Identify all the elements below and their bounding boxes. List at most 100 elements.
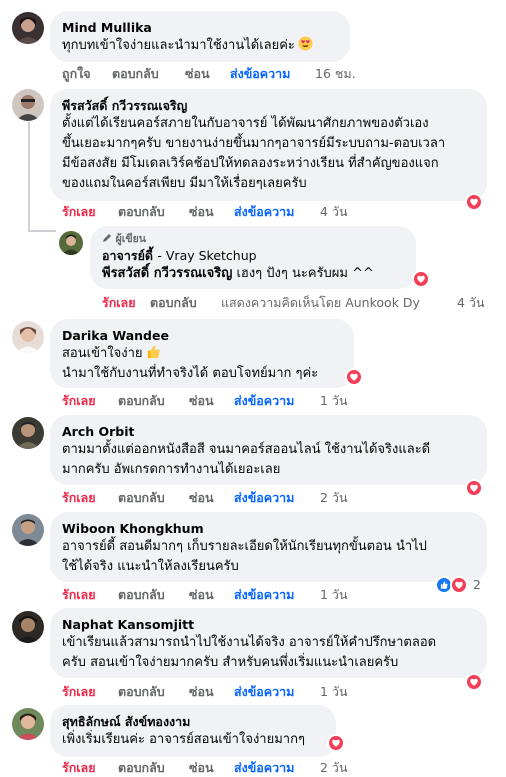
comment-bubble: Darika Wandee สอนเข้าใจง่าย นำมาใช้กับงา… [50,319,354,388]
reply-thread-connector [28,230,56,232]
liked-button[interactable]: รักเลย [62,392,96,410]
comment-actions: รักเลย ตอบกลับ ซ่อน ส่งข้อความ 4 วัน [62,203,362,221]
comment-author[interactable]: Darika Wandee [62,327,342,344]
reply-button[interactable]: ตอบกลับ [118,203,165,221]
love-reaction-icon[interactable] [412,270,430,288]
comment-text: ของแถมในคอร์สเพียบ มีมาให้เรื่อยๆเลยครับ [62,176,307,191]
liked-button[interactable]: รักเลย [62,759,96,777]
send-message-button[interactable]: ส่งข้อความ [234,392,294,410]
liked-button[interactable]: รักเลย [62,489,96,507]
comment-author[interactable]: Wiboon Khongkhum [62,520,475,537]
hide-button[interactable]: ซ่อน [189,759,214,777]
comment-actions: รักเลย ตอบกลับ ซ่อน ส่งข้อความ 1 วัน [62,392,362,410]
author-badge-label: ผู้เขียน [115,233,146,245]
hide-button[interactable]: ซ่อน [185,65,210,83]
comment-actions: รักเลย ตอบกลับ ซ่อน ส่งข้อความ 1 วัน [62,586,362,604]
reply-actions: รักเลย ตอบกลับ แสดงความคิดเห็นโดย Aunkoo… [102,294,502,312]
avatar[interactable] [12,611,44,643]
avatar[interactable] [12,12,44,44]
liked-button[interactable]: รักเลย [62,586,96,604]
comment-timestamp[interactable]: 1 วัน [320,683,348,701]
pen-icon [102,233,112,245]
avatar[interactable] [12,708,44,740]
comment-author[interactable]: Naphat Kansomjitt [62,616,475,633]
heart-eyes-emoji-icon [298,36,313,51]
hide-button[interactable]: ซ่อน [189,392,214,410]
comment-text: เข้าเรียนแล้วสามารถนำไปใช้งานได้จริง อาจ… [62,635,437,650]
love-reaction-icon[interactable] [465,479,483,497]
author-badge: ผู้เขียน [102,233,404,246]
comment-timestamp[interactable]: 16 ชม. [315,65,356,83]
liked-button[interactable]: รักเลย [62,203,96,221]
avatar[interactable] [12,89,44,121]
liked-button[interactable]: รักเลย [102,294,136,312]
reply-button[interactable]: ตอบกลับ [150,294,197,312]
comment-actions: รักเลย ตอบกลับ ซ่อน ส่งข้อความ 2 วัน [62,489,362,507]
reply-bubble: ผู้เขียน อาจารย์ดี้ - Vray Sketchup พีรส… [90,226,416,289]
reply-author-page[interactable]: - Vray Sketchup [157,248,256,263]
reply-text: เฮงๆ ปังๆ นะครับผม ^^ [236,266,374,281]
comment-text: เพิ่งเริ่มเรียนค่ะ อาจารย์สอนเข้าใจง่ายม… [62,732,305,747]
comment-text: สอนเข้าใจง่าย [62,346,143,361]
reaction-count: 2 [473,577,481,592]
author-avatar[interactable] [59,231,83,255]
hide-button[interactable]: ซ่อน [189,683,214,701]
comment-author[interactable]: Arch Orbit [62,423,475,440]
comment-text: นำมาใช้กับงานที่ทำจริงได้ ตอบโจทย์มาก ๆค… [62,366,319,381]
comment-text: ทุกบทเข้าใจง่ายและนำมาใช้งานได้เลยค่ะ [62,38,295,53]
comment-author[interactable]: สุทธิลักษณ์ สังข์ทองงาม [62,713,324,730]
comment-timestamp[interactable]: 2 วัน [320,489,348,507]
comment-timestamp[interactable]: 1 วัน [320,392,348,410]
love-reaction-icon[interactable] [465,193,483,211]
comment-text: มีข้อสงสัย มีโมเดลเวิร์คช้อปให้ทดลองระหว… [62,156,439,171]
reply-button[interactable]: ตอบกลับ [118,586,165,604]
avatar[interactable] [12,417,44,449]
reaction-summary[interactable]: 2 [435,576,495,596]
comment-bubble: Wiboon Khongkhum อาจารย์ดี้ สอนดีมากๆ เก… [50,512,487,582]
reply-author[interactable]: อาจารย์ดี้ [102,248,153,263]
reply-button[interactable]: ตอบกลับ [118,392,165,410]
comment-text: ขึ้นเยอะมากๆครับ ขายงานง่ายขึ้นมากๆอาจาร… [62,136,446,151]
avatar[interactable] [12,321,44,353]
send-message-button[interactable]: ส่งข้อความ [234,586,294,604]
comment-timestamp[interactable]: 1 วัน [320,586,348,604]
tagged-user[interactable]: พีรสวัสดิ์ กวีวรรณเจริญ [102,266,232,281]
love-reaction-icon[interactable] [327,734,345,752]
love-reaction-icon[interactable] [465,673,483,691]
liked-button[interactable]: รักเลย [62,683,96,701]
comment-text: ตามมาตั้งแต่ออกหนังสือสี จนมาคอร์สออนไลน… [62,442,431,457]
comment-text: อาจารย์ดี้ สอนดีมากๆ เก็บรายละเอียดให้นั… [62,539,427,554]
reply-button[interactable]: ตอบกลับ [118,683,165,701]
hide-button[interactable]: ซ่อน [189,586,214,604]
like-button[interactable]: ถูกใจ [62,65,91,83]
hide-button[interactable]: ซ่อน [189,489,214,507]
comment-actions: รักเลย ตอบกลับ ซ่อน ส่งข้อความ 1 วัน [62,683,362,701]
comment-timestamp[interactable]: 4 วัน [320,203,348,221]
send-message-button[interactable]: ส่งข้อความ [234,759,294,777]
send-message-button[interactable]: ส่งข้อความ [234,203,294,221]
love-reaction-icon [450,576,468,594]
comment-text: ครับ สอนเข้าใจง่ายมากครับ สำหรับคนพึ่งเร… [62,655,399,670]
send-message-button[interactable]: ส่งข้อความ [230,65,290,83]
send-message-button[interactable]: ส่งข้อความ [234,683,294,701]
reply-button[interactable]: ตอบกลับ [118,489,165,507]
hide-button[interactable]: ซ่อน [189,203,214,221]
avatar[interactable] [12,514,44,546]
love-reaction-icon[interactable] [345,368,363,386]
comment-timestamp[interactable]: 4 วัน [457,294,485,312]
comment-author[interactable]: Mind Mullika [62,19,338,36]
thumbs-up-emoji-icon [146,344,161,359]
reply-button[interactable]: ตอบกลับ [112,65,159,83]
comment-timestamp[interactable]: 2 วัน [320,759,348,777]
commented-by-label: แสดงความคิดเห็นโดย Aunkook Dy [221,295,420,310]
comment-author[interactable]: พีรสวัสดิ์ กวีวรรณเจริญ [62,97,475,114]
comment-actions: ถูกใจ ตอบกลับ ซ่อน ส่งข้อความ 16 ชม. [62,65,362,83]
reply-button[interactable]: ตอบกลับ [118,759,165,777]
send-message-button[interactable]: ส่งข้อความ [234,489,294,507]
comment-bubble: Naphat Kansomjitt เข้าเรียนแล้วสามารถนำไ… [50,608,487,678]
comment-bubble: Arch Orbit ตามมาตั้งแต่ออกหนังสือสี จนมา… [50,415,487,485]
comment-text: ตั้งแต่ได้เรียนคอร์สภายในกับอาจารย์ ได้พ… [62,116,429,131]
comment-text: มากครับ อัพเกรดการทำงานได้เยอะเลย [62,462,281,477]
comment-bubble: สุทธิลักษณ์ สังข์ทองงาม เพิ่งเริ่มเรียนค… [50,705,336,757]
comment-actions: รักเลย ตอบกลับ ซ่อน ส่งข้อความ 2 วัน [62,759,362,777]
